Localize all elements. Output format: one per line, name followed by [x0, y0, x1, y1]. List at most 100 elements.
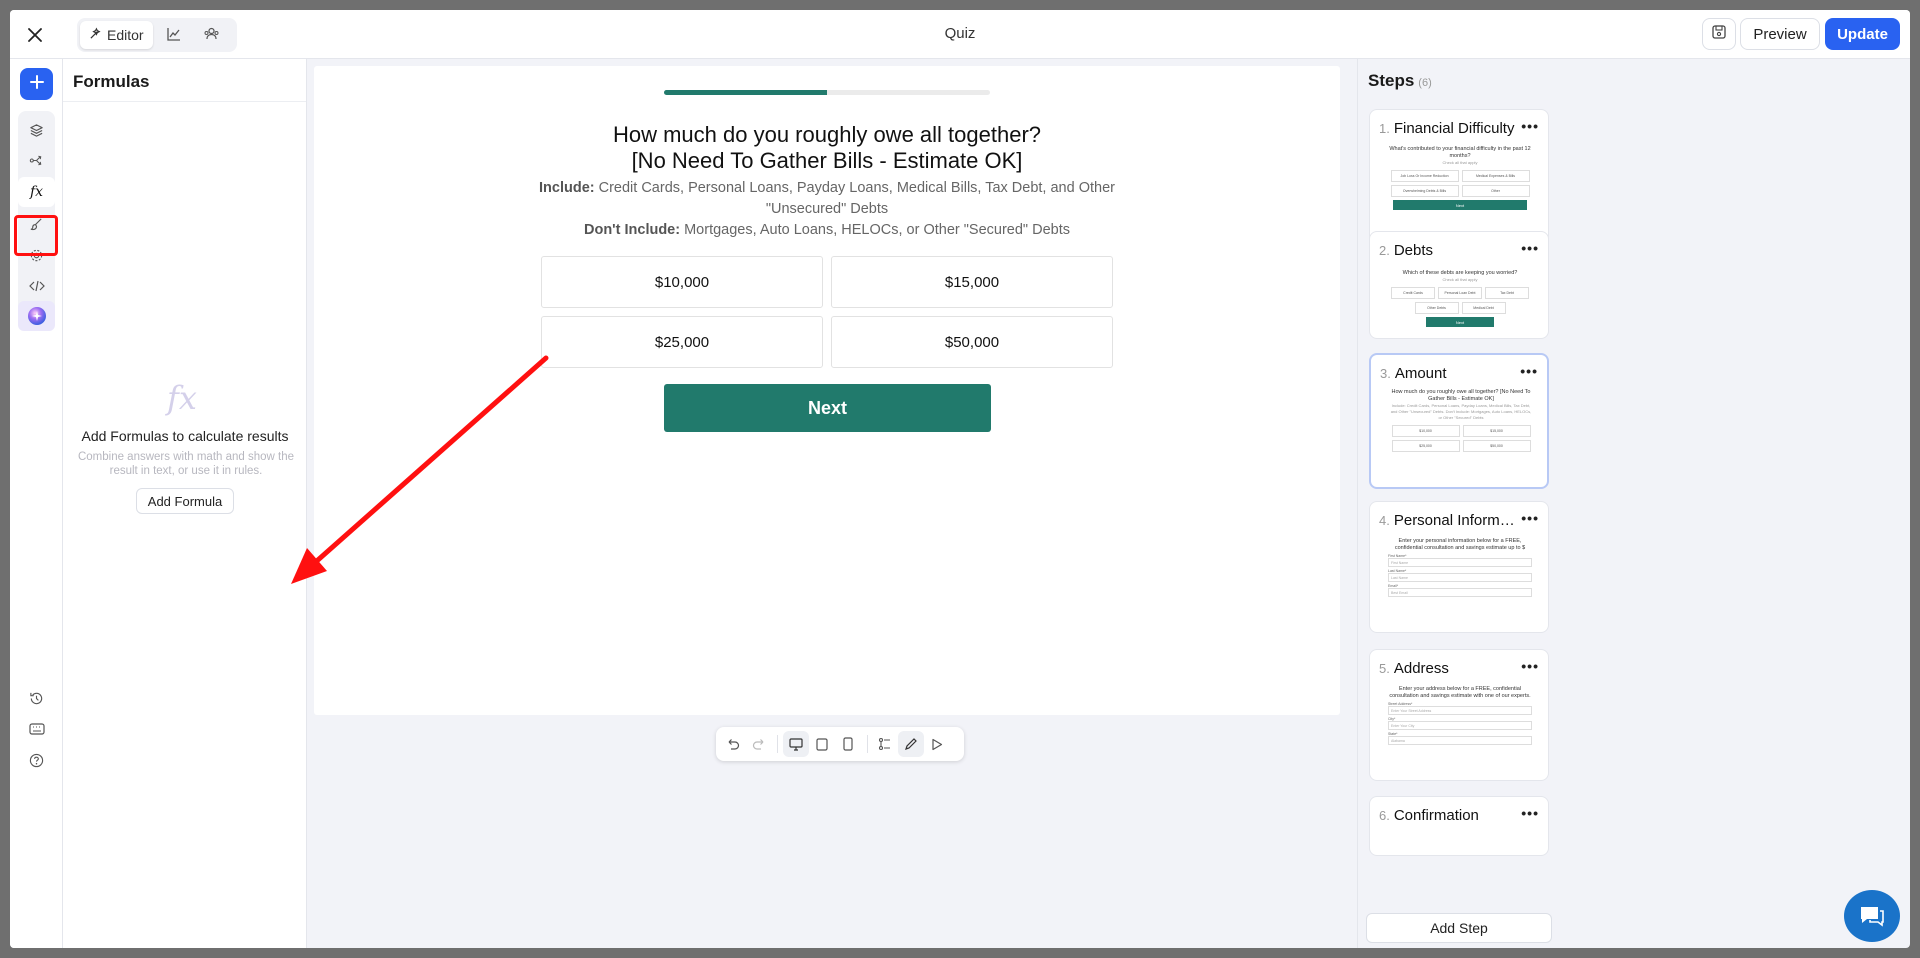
left-rail: fx [10, 59, 63, 948]
toolbar-divider [867, 735, 868, 753]
steps-title: Steps (6) [1368, 71, 1432, 91]
add-button[interactable] [20, 68, 53, 100]
thumb-next: Next [1393, 200, 1527, 210]
undo-icon[interactable] [720, 731, 746, 757]
top-bar: Editor Quiz Preview Update [10, 10, 1910, 59]
more-options-icon[interactable]: ••• [1521, 118, 1539, 134]
more-options-icon[interactable]: ••• [1521, 510, 1539, 526]
thumb-option: Other Debts [1414, 302, 1459, 314]
branch-icon[interactable] [18, 145, 55, 175]
answer-option[interactable]: $25,000 [541, 316, 823, 368]
tablet-icon[interactable] [809, 731, 835, 757]
thumb-question: Enter your address below for a FREE, con… [1389, 686, 1531, 699]
save-button[interactable] [1702, 18, 1736, 50]
step-number: 5. [1379, 661, 1390, 676]
more-options-icon[interactable]: ••• [1520, 363, 1538, 379]
thumb-question: Enter your personal information below fo… [1394, 538, 1526, 551]
steps-panel: Steps (6) 1. Financial Difficulty ••• What… [1357, 59, 1561, 948]
step-thumbnail: Enter your personal information below fo… [1388, 538, 1532, 597]
desktop-icon[interactable] [783, 731, 809, 757]
thumb-option: Tax Debt [1485, 287, 1529, 299]
step-name: Amount [1394, 365, 1447, 382]
step-number: 2. [1379, 243, 1390, 258]
history-icon[interactable] [18, 683, 55, 713]
answer-option[interactable]: $15,000 [831, 256, 1113, 308]
question-heading: How much do you roughly owe all together… [314, 122, 1340, 174]
play-icon[interactable] [924, 731, 950, 757]
thumb-field-input: First Name [1388, 558, 1532, 567]
include-text: Credit Cards, Personal Loans, Payday Loa… [594, 180, 1115, 217]
step-card[interactable]: 6. Confirmation ••• [1369, 796, 1549, 856]
step-number: 6. [1379, 808, 1390, 823]
thumb-sub: Include: Credit Cards, Personal Loans, P… [1390, 403, 1532, 420]
steps-count: (6) [1418, 77, 1432, 89]
step-title: 2. Debts [1379, 242, 1519, 259]
step-title: 3. Amount [1380, 365, 1520, 382]
answer-option[interactable]: $10,000 [541, 256, 823, 308]
include-line: Include: Credit Cards, Personal Loans, P… [539, 178, 1115, 220]
thumb-field-input: Last Name [1388, 573, 1532, 582]
next-button[interactable]: Next [664, 384, 991, 432]
step-title: 1. Financial Difficulty [1379, 120, 1519, 137]
more-options-icon[interactable]: ••• [1521, 805, 1539, 821]
thumb-field-input: Best Email [1388, 588, 1532, 597]
canvas-toolbar [716, 727, 964, 761]
thumb-question: Which of these debts are keeping you wor… [1402, 270, 1518, 276]
formula-icon[interactable]: fx [18, 177, 55, 207]
answer-option[interactable]: $50,000 [831, 316, 1113, 368]
preview-button[interactable]: Preview [1740, 18, 1820, 50]
chat-icon[interactable] [1844, 890, 1900, 942]
exclude-line: Don't Include: Mortgages, Auto Loans, HE… [539, 220, 1115, 241]
thumb-field-input: Enter Your City [1388, 721, 1532, 730]
code-icon[interactable] [18, 271, 55, 301]
thumb-sub: Check all that apply [1442, 277, 1478, 282]
edit-icon[interactable] [898, 731, 924, 757]
add-step-button[interactable]: Add Step [1366, 913, 1552, 943]
step-name: Debts [1393, 242, 1434, 259]
step-title: 4. Personal Informati... [1379, 512, 1519, 529]
thumb-field-input: Enter Your Street Address [1388, 706, 1532, 715]
thumb-option: Credit Cards [1391, 287, 1435, 299]
step-name: Personal Informati... [1393, 512, 1519, 529]
progress-fill [664, 90, 827, 95]
more-options-icon[interactable]: ••• [1521, 240, 1539, 256]
step-name: Financial Difficulty [1393, 120, 1515, 137]
rail-tools: fx [18, 111, 55, 331]
thumb-option: Personal Loan Debt [1438, 287, 1482, 299]
thumb-field-input: Alabama [1388, 736, 1532, 745]
step-title: 5. Address [1379, 660, 1519, 677]
mobile-icon[interactable] [835, 731, 861, 757]
update-button[interactable]: Update [1825, 18, 1900, 50]
keyboard-icon[interactable] [18, 714, 55, 744]
step-card[interactable]: 2. Debts ••• Which of these debts are kee… [1369, 231, 1549, 339]
step-thumbnail: What's contributed to your financial dif… [1388, 146, 1532, 210]
exclude-label: Don't Include: [584, 222, 681, 238]
ai-orb-icon[interactable] [18, 301, 55, 331]
thumb-option: $10,000 [1391, 425, 1460, 437]
help-icon[interactable] [18, 745, 55, 775]
logic-icon[interactable] [872, 731, 898, 757]
step-title: 6. Confirmation [1379, 807, 1519, 824]
add-formula-button[interactable]: Add Formula [136, 488, 234, 514]
highlight-box [14, 215, 58, 256]
layers-icon[interactable] [18, 115, 55, 145]
redo-icon[interactable] [746, 731, 772, 757]
thumb-sub: Check all that apply [1442, 160, 1478, 165]
more-options-icon[interactable]: ••• [1521, 658, 1539, 674]
question-line-2: [No Need To Gather Bills - Estimate OK] [631, 148, 1023, 173]
step-name: Confirmation [1393, 807, 1479, 824]
thumb-option: Job Loss Or Income Reduction [1390, 170, 1459, 182]
app-window: Editor Quiz Preview Update fx Formulas f… [10, 10, 1910, 948]
step-name: Address [1393, 660, 1449, 677]
thumb-option: Overwhelming Debts & Bills [1390, 185, 1459, 197]
step-card[interactable]: 1. Financial Difficulty ••• What's contri… [1369, 109, 1549, 244]
step-card[interactable]: 4. Personal Informati... ••• Enter your p… [1369, 501, 1549, 633]
question-description: Include: Credit Cards, Personal Loans, P… [539, 178, 1115, 241]
step-number: 1. [1379, 121, 1390, 136]
thumb-option: $15,000 [1462, 425, 1531, 437]
step-card[interactable]: 5. Address ••• Enter your address below f… [1369, 649, 1549, 781]
step-card[interactable]: 3. Amount ••• How much do you roughly owe… [1369, 353, 1549, 489]
question-line-1: How much do you roughly owe all together… [612, 122, 1042, 147]
formulas-panel: Formulas fx Add Formulas to calculate re… [63, 59, 307, 948]
step-thumbnail: Enter your address below for a FREE, con… [1388, 686, 1532, 745]
